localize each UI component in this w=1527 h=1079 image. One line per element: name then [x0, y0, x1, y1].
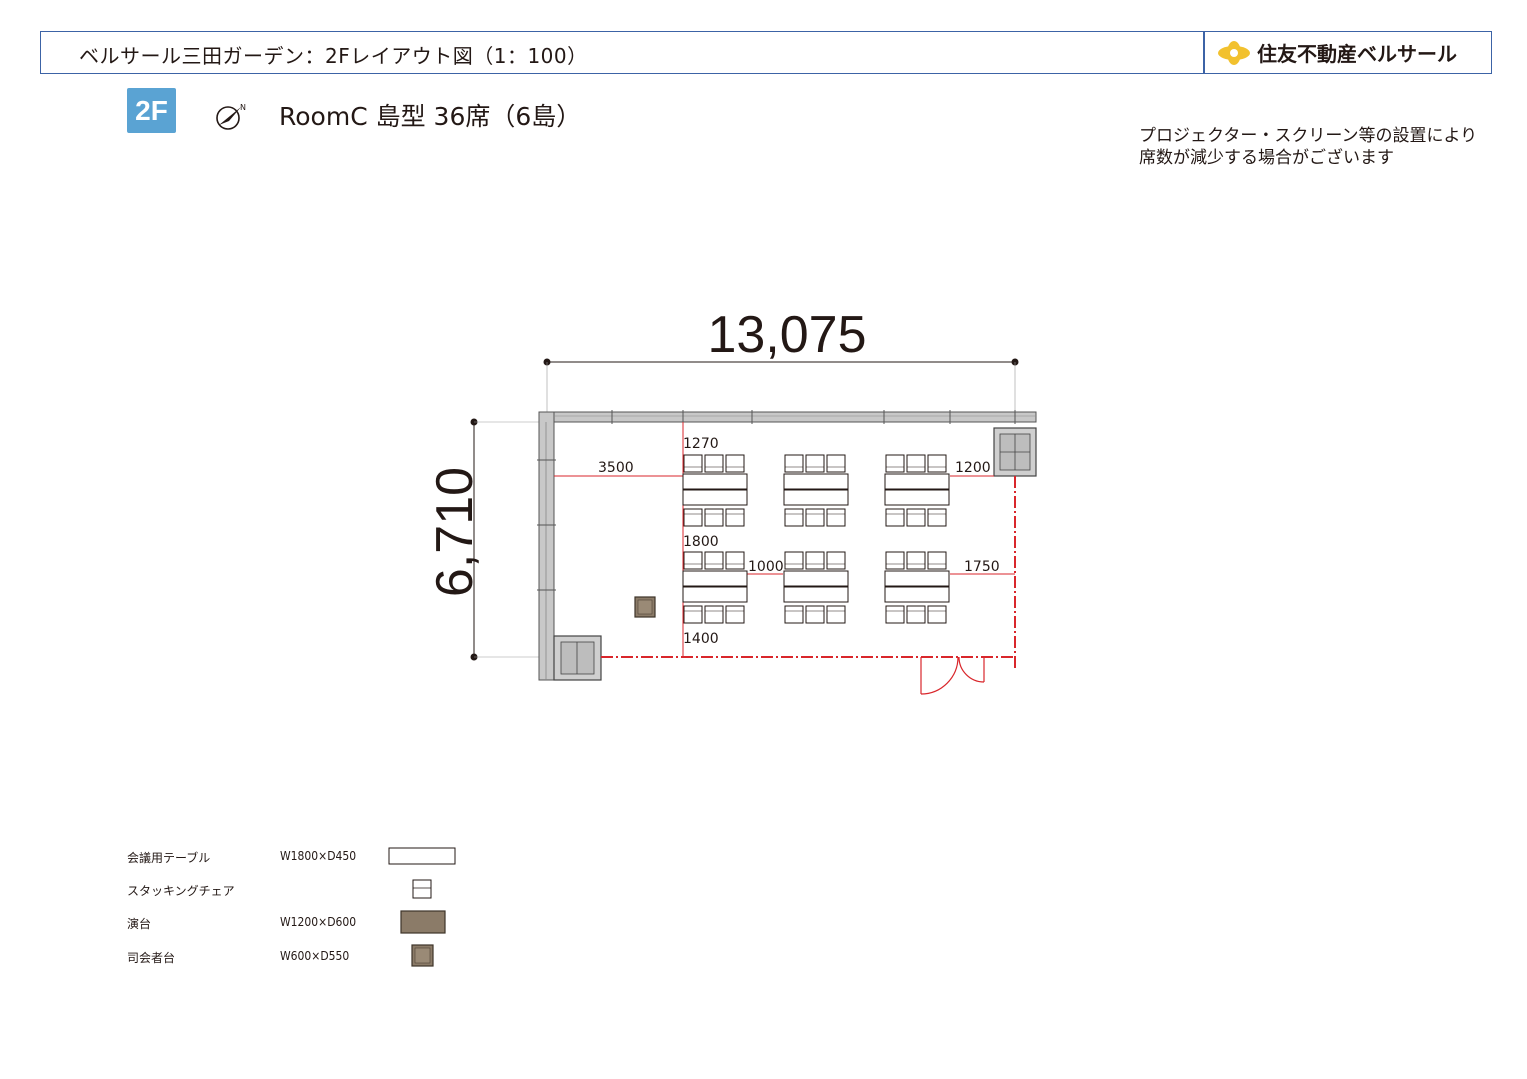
stacking-chair — [885, 454, 905, 473]
meeting-table — [783, 489, 849, 506]
meeting-table — [682, 586, 748, 603]
stacking-chair — [927, 454, 947, 473]
legend-row-podium: 演台 W1200×D600 — [127, 909, 487, 939]
legend-name: 会議用テーブル — [127, 851, 211, 865]
stacking-chair — [906, 508, 926, 527]
dim-bottom-clearance: 1400 — [683, 631, 719, 647]
stacking-chair — [885, 605, 905, 624]
stacking-chair — [906, 551, 926, 570]
mc-stand-symbol — [411, 944, 434, 967]
stacking-chair — [683, 605, 703, 624]
dim-aisle-gap: 1000 — [748, 559, 784, 575]
stacking-chair — [725, 605, 745, 624]
legend-row-table: 会議用テーブル W1800×D450 — [127, 843, 487, 873]
meeting-table — [783, 570, 849, 587]
legend-row-chair: スタッキングチェア — [127, 876, 487, 906]
chair-symbol — [412, 879, 432, 899]
meeting-table — [682, 473, 748, 490]
legend-size: W1200×D600 — [280, 915, 357, 929]
stacking-chair — [906, 454, 926, 473]
depth-label: 6,710 — [426, 467, 484, 597]
stacking-chair — [725, 454, 745, 473]
stacking-chair — [826, 605, 846, 624]
meeting-table — [682, 489, 748, 506]
stacking-chair — [704, 508, 724, 527]
legend-name: 演台 — [127, 917, 152, 931]
meeting-table — [783, 473, 849, 490]
wall-left — [538, 411, 555, 681]
stacking-chair — [826, 551, 846, 570]
stacking-chair — [683, 508, 703, 527]
meeting-table — [884, 489, 950, 506]
seating-islands — [682, 454, 950, 624]
stacking-chair — [805, 605, 825, 624]
legend-size: W600×D550 — [280, 949, 350, 963]
stacking-chair — [885, 508, 905, 527]
meeting-table — [884, 570, 950, 587]
stacking-chair — [784, 508, 804, 527]
dim-row-gap: 1800 — [683, 534, 719, 550]
stacking-chair — [826, 454, 846, 473]
dim-top-clearance: 1270 — [683, 436, 719, 452]
stacking-chair — [826, 508, 846, 527]
stacking-chair — [683, 454, 703, 473]
legend-row-mc-stand: 司会者台 W600×D550 — [127, 943, 487, 973]
stacking-chair — [805, 508, 825, 527]
legend-name: 司会者台 — [127, 951, 176, 965]
door-icon — [920, 656, 985, 695]
stacking-chair — [683, 551, 703, 570]
stacking-chair — [805, 454, 825, 473]
width-label: 13,075 — [707, 306, 866, 364]
stacking-chair — [725, 508, 745, 527]
stacking-chair — [927, 508, 947, 527]
table-symbol — [388, 847, 456, 865]
stacking-chair — [906, 605, 926, 624]
stacking-chair — [805, 551, 825, 570]
dim-stage-clearance: 3500 — [598, 460, 634, 476]
stacking-chair — [704, 605, 724, 624]
meeting-table — [682, 570, 748, 587]
stacking-chair — [784, 605, 804, 624]
stacking-chair — [784, 551, 804, 570]
stacking-chair — [725, 551, 745, 570]
meeting-table — [884, 586, 950, 603]
meeting-table — [884, 473, 950, 490]
stacking-chair — [927, 605, 947, 624]
dim-right-clearance: 1200 — [955, 460, 991, 476]
stacking-chair — [784, 454, 804, 473]
legend-size: W1800×D450 — [280, 849, 357, 863]
stacking-chair — [927, 551, 947, 570]
wall-top — [538, 411, 1037, 423]
stacking-chair — [704, 454, 724, 473]
legend-name: スタッキングチェア — [127, 884, 235, 898]
stacking-chair — [885, 551, 905, 570]
meeting-table — [783, 586, 849, 603]
stacking-chair — [704, 551, 724, 570]
podium-symbol — [400, 910, 446, 934]
dim-right-aisle: 1750 — [964, 559, 1000, 575]
